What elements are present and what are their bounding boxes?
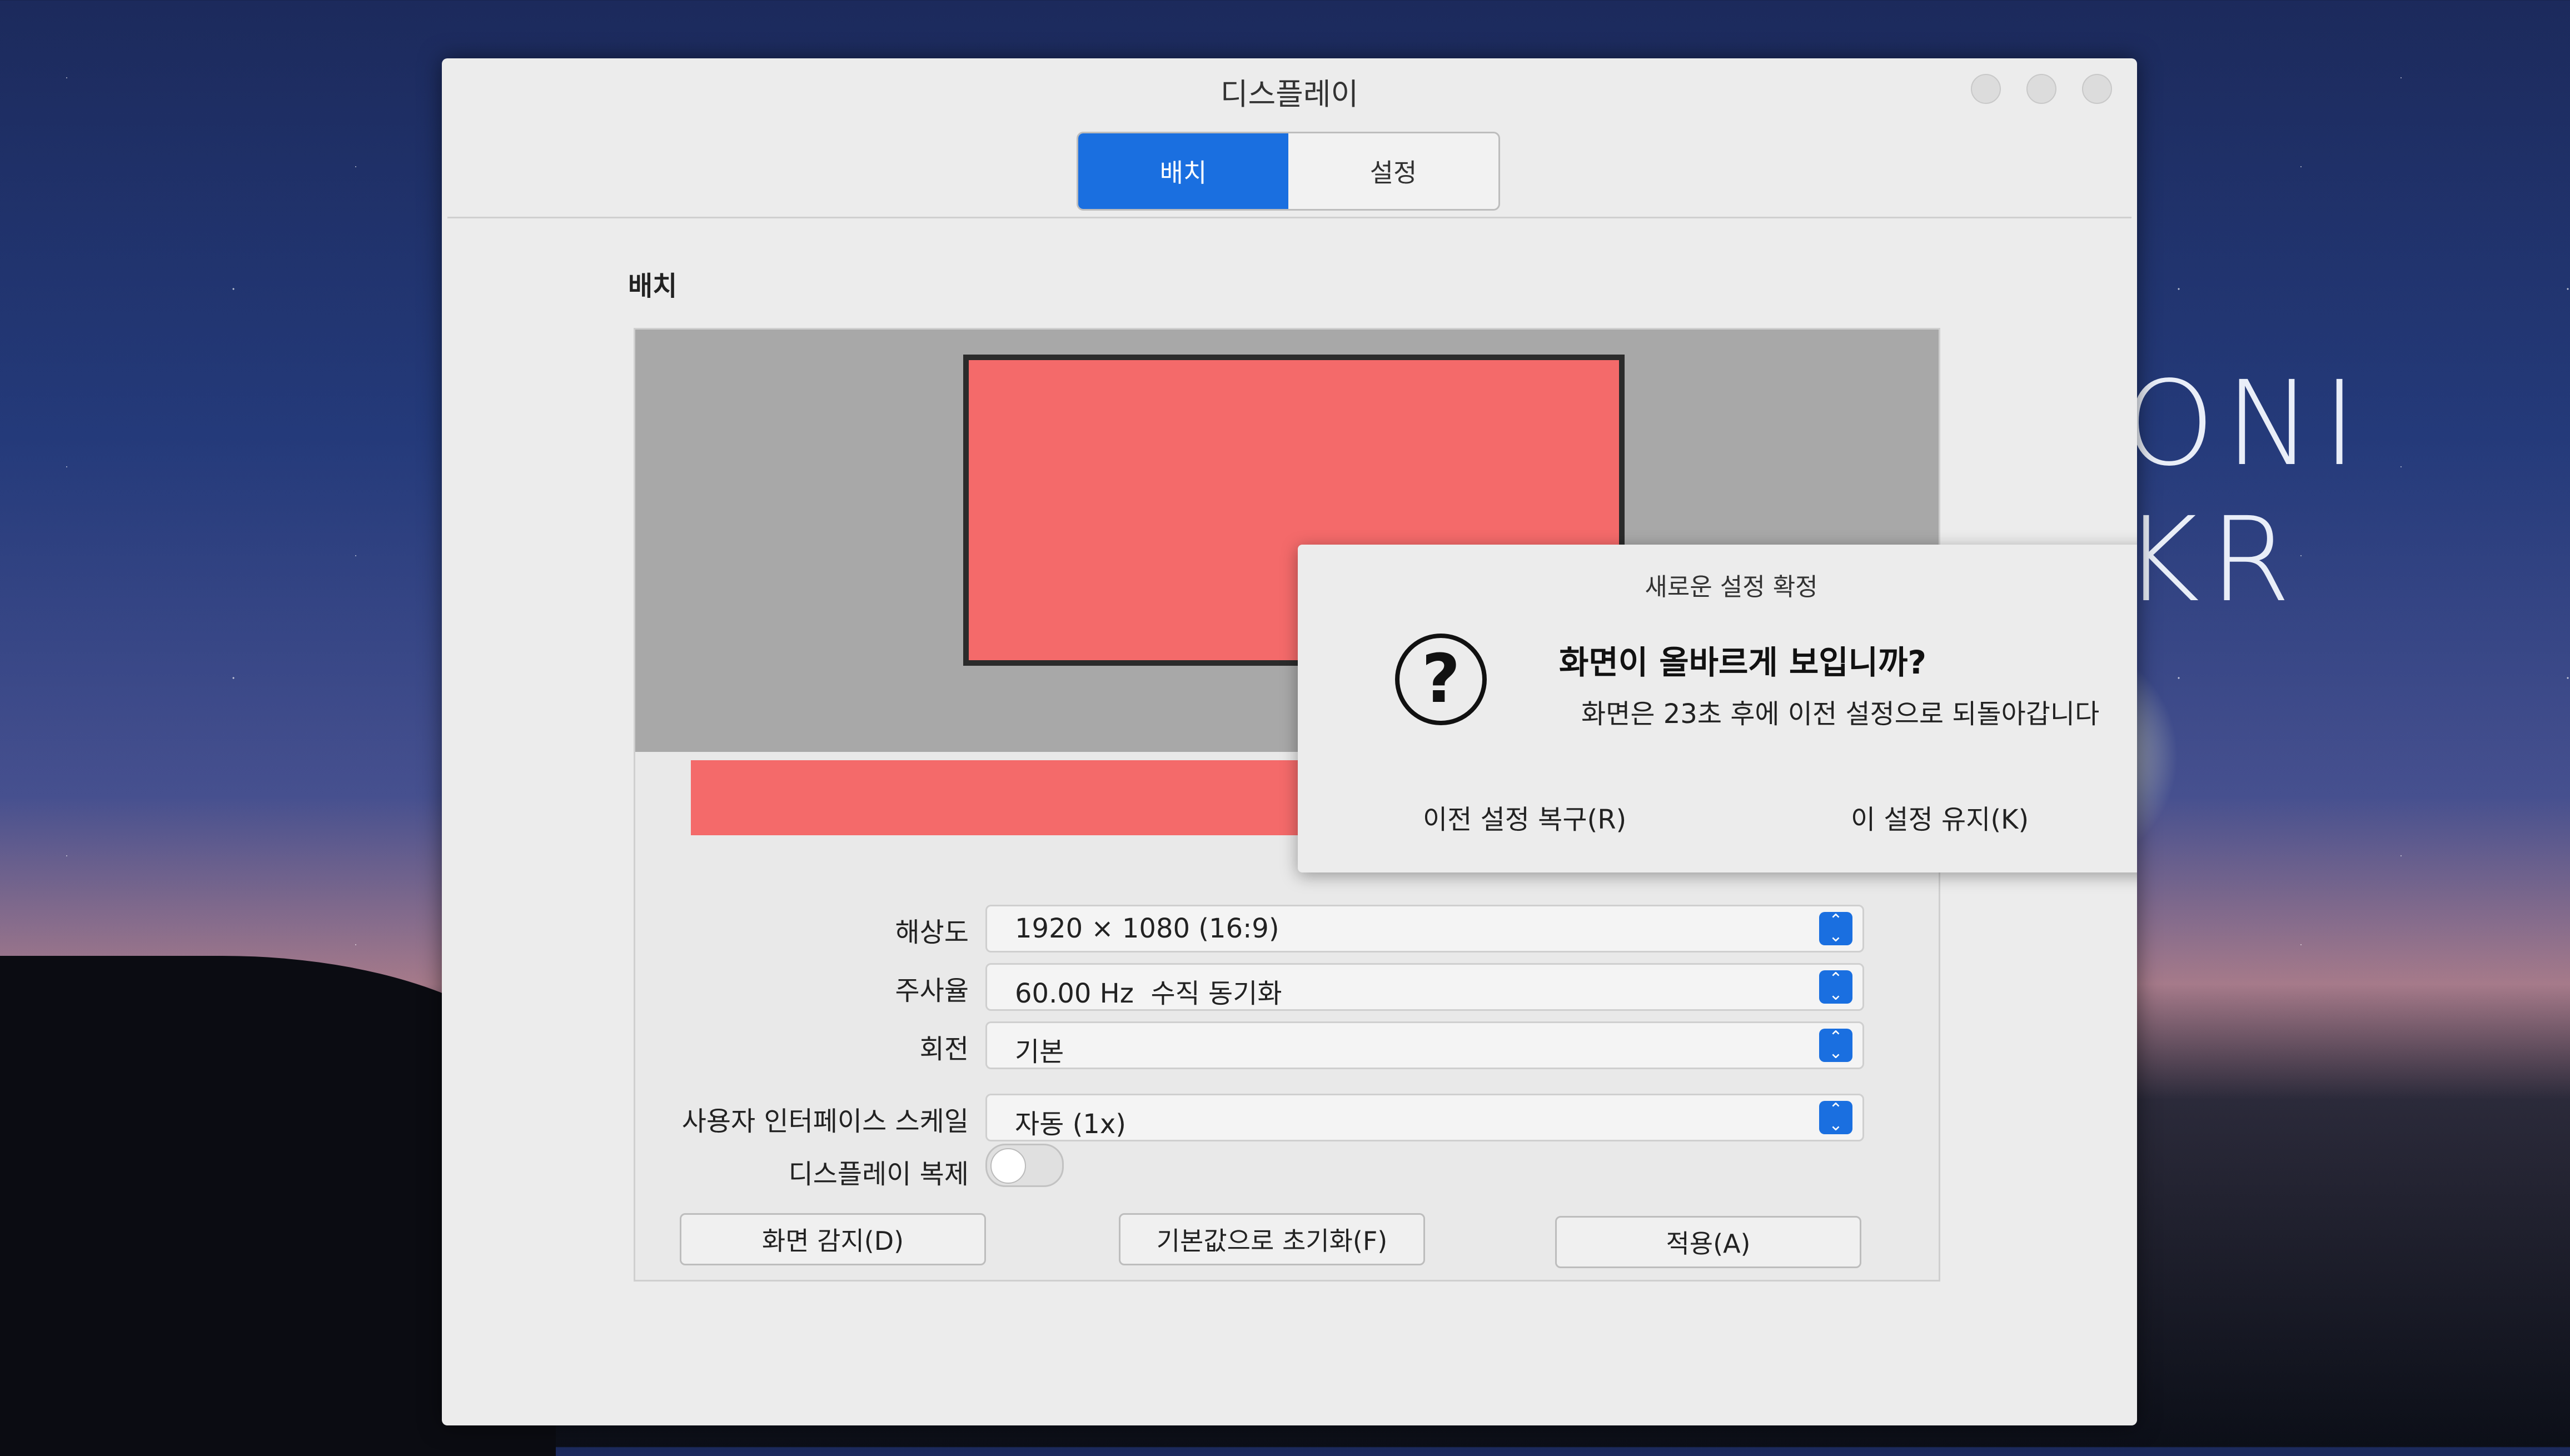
resolution-value: 1920 × 1080 (16:9) xyxy=(1015,913,1279,944)
rotation-select[interactable]: 기본 ⌃ ⌄ xyxy=(985,1021,1864,1069)
detect-displays-button[interactable]: 화면 감지(D) xyxy=(680,1213,986,1265)
ui-scale-value: 자동 (1x) xyxy=(1015,1109,1126,1140)
tab-arrangement[interactable]: 배치 xyxy=(1078,133,1288,209)
revert-settings-button[interactable]: 이전 설정 복구(R) xyxy=(1423,797,1626,836)
refresh-rate-label: 주사율 xyxy=(895,975,969,1006)
resolution-select[interactable]: 1920 × 1080 (16:9) ⌃ ⌄ xyxy=(985,905,1864,953)
rotation-value: 기본 xyxy=(1015,1036,1064,1068)
rotation-label: 회전 xyxy=(919,1034,969,1065)
minimize-button[interactable] xyxy=(1971,74,2001,104)
ui-scale-select[interactable]: 자동 (1x) ⌃ ⌄ xyxy=(985,1094,1864,1141)
tab-settings[interactable]: 설정 xyxy=(1288,133,1498,209)
divider xyxy=(447,217,2131,218)
refresh-rate-select[interactable]: 60.00 Hz 수직 동기화 ⌃ ⌄ xyxy=(985,963,1864,1011)
up-down-chevron-icon: ⌃ ⌄ xyxy=(1819,912,1852,945)
reset-defaults-button[interactable]: 기본값으로 초기화(F) xyxy=(1119,1213,1425,1265)
up-down-chevron-icon: ⌃ ⌄ xyxy=(1819,1101,1852,1134)
display-settings-window: 디스플레이 배치 설정 배치 사용 해상도 1920 × 1080 (16:9)… xyxy=(442,58,2137,1425)
brand-text: ONI KR xyxy=(2123,356,2367,628)
window-title: 디스플레이 xyxy=(1220,77,1359,112)
question-icon: ? xyxy=(1395,634,1487,725)
toggle-knob xyxy=(990,1148,1026,1184)
keep-settings-button[interactable]: 이 설정 유지(K) xyxy=(1851,797,2029,836)
mirror-label: 디스플레이 복제 xyxy=(788,1159,969,1190)
section-title: 배치 xyxy=(628,271,678,302)
up-down-chevron-icon: ⌃ ⌄ xyxy=(1819,970,1852,1004)
close-button[interactable] xyxy=(2082,74,2112,104)
up-down-chevron-icon: ⌃ ⌄ xyxy=(1819,1029,1852,1062)
tab-switcher: 배치 설정 xyxy=(1077,132,1500,211)
ui-scale-label: 사용자 인터페이스 스케일 xyxy=(681,1106,969,1137)
mirror-toggle[interactable] xyxy=(985,1144,1064,1187)
dialog-heading: 화면이 올바르게 보입니까? xyxy=(1559,644,1926,681)
refresh-rate-value: 60.00 Hz 수직 동기화 xyxy=(1015,978,1282,1009)
maximize-button[interactable] xyxy=(2026,74,2056,104)
dialog-message: 화면은 23초 후에 이전 설정으로 되돌아갑니다 xyxy=(1581,699,2100,730)
dialog-title: 새로운 설정 확정 xyxy=(1645,573,1818,601)
confirm-dialog: 새로운 설정 확정 ? 화면이 올바르게 보입니까? 화면은 23초 후에 이전… xyxy=(1298,545,2137,872)
apply-button[interactable]: 적용(A) xyxy=(1555,1216,1861,1268)
resolution-label: 해상도 xyxy=(895,917,969,948)
